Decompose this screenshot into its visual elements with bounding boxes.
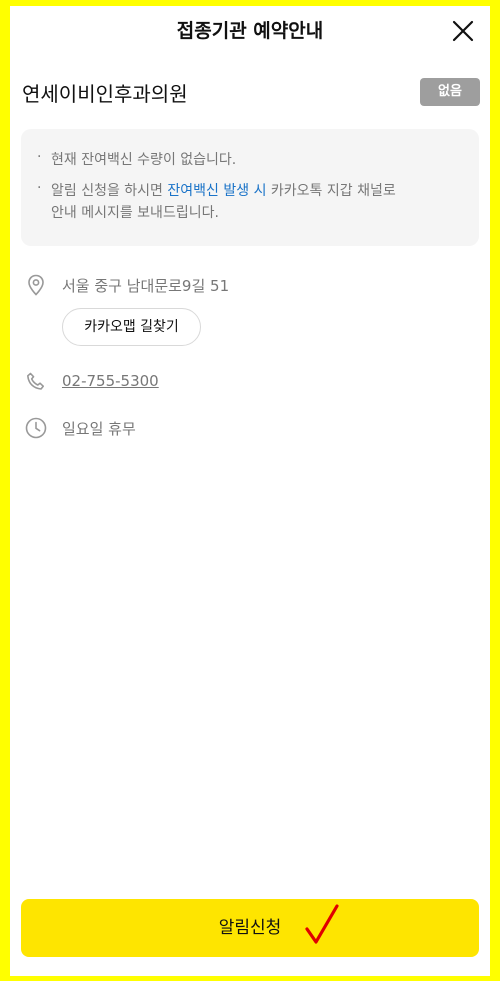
notice-highlight: 잔여백신 발생 시 (167, 183, 267, 199)
app-frame: 접종기관 예약안내 연세이비인후과의원 없음 · 현재 잔여백신 수량이 없습니… (10, 6, 490, 976)
notice-line-2: 알림 신청을 하시면 잔여백신 발생 시 카카오톡 지갑 채널로안내 메시지를 … (51, 180, 461, 224)
notification-apply-button[interactable]: 알림신청 (21, 899, 479, 957)
phone-icon (27, 372, 44, 390)
notice-line-2-cont: 안내 메시지를 보내드립니다. (51, 205, 219, 221)
address-text: 서울 중구 남대문로9길 51 (62, 277, 230, 295)
notice-box: · 현재 잔여백신 수량이 없습니다. · 알림 신청을 하시면 잔여백신 발생… (21, 129, 479, 246)
phone-number-link[interactable]: 02-755-5300 (62, 372, 159, 390)
page-title: 접종기관 예약안내 (176, 20, 324, 42)
clinic-row: 연세이비인후과의원 없음 (22, 78, 480, 108)
header: 접종기관 예약안내 (10, 6, 490, 52)
notice-line-1: 현재 잔여백신 수량이 없습니다. (51, 152, 237, 168)
notice-line-2-prefix: 알림 신청을 하시면 (51, 183, 168, 199)
kakao-map-directions-button[interactable]: 카카오맵 길찾기 (62, 308, 201, 346)
hours-text: 일요일 휴무 (62, 420, 136, 438)
bullet-dot: · (37, 149, 42, 165)
close-icon[interactable] (450, 18, 476, 44)
status-badge: 없음 (420, 78, 480, 106)
location-pin-icon (28, 274, 44, 296)
red-checkmark-icon (305, 904, 339, 944)
notice-line-2-suffix: 카카오톡 지갑 채널로 (266, 183, 396, 199)
bullet-dot: · (37, 180, 42, 196)
clinic-name: 연세이비인후과의원 (22, 82, 188, 106)
clock-icon (25, 417, 47, 439)
